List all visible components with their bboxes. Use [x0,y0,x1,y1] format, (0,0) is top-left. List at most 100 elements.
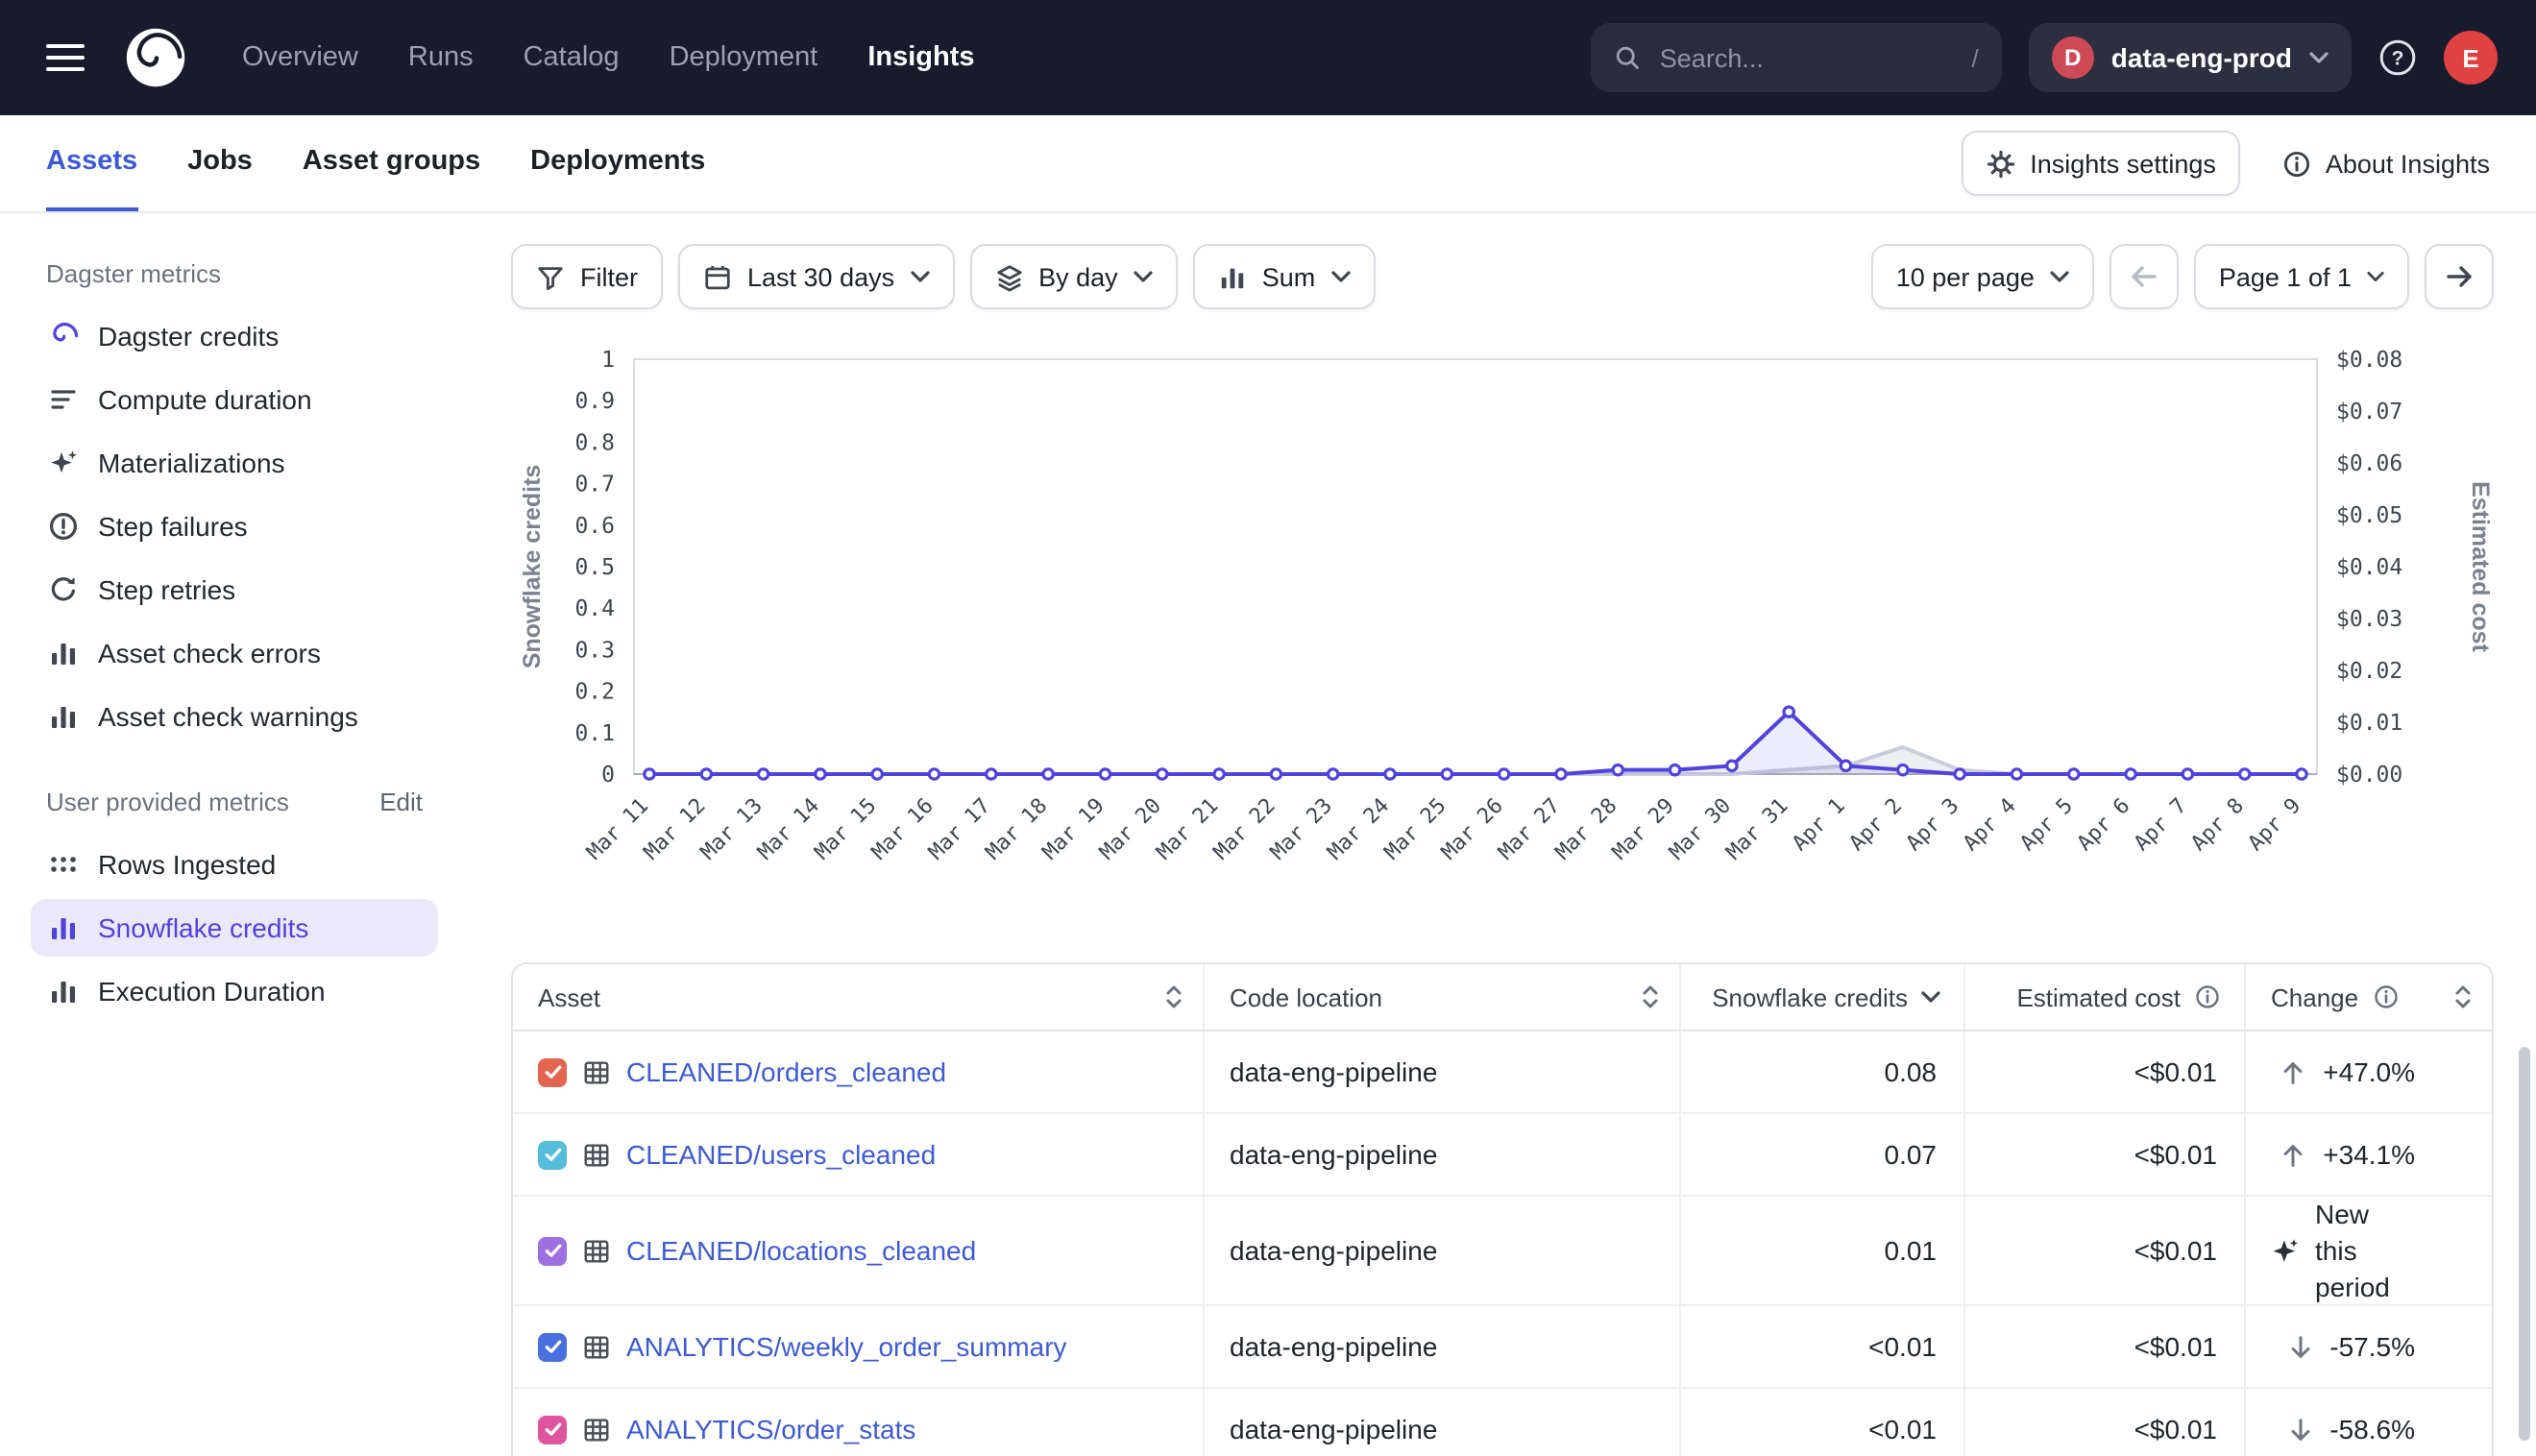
svg-text:?: ? [2392,48,2404,70]
sidebar-item-asset-check-errors[interactable]: Asset check errors [31,624,438,682]
code-location-value: data-eng-pipeline [1230,1331,1437,1362]
filter-button[interactable]: Filter [511,244,663,309]
svg-text:$0.07: $0.07 [2336,400,2402,425]
change-value: +34.1% [2323,1139,2415,1170]
row-checkbox[interactable] [538,1057,567,1086]
nav-insights[interactable]: Insights [867,42,974,73]
sidebar-item-label: Execution Duration [98,976,326,1007]
row-checkbox[interactable] [538,1237,567,1266]
scrollbar[interactable] [2519,1047,2530,1441]
svg-text:Mar 29: Mar 29 [1608,794,1679,865]
chevron-down-icon [2050,271,2069,282]
sidebar-item-compute-duration[interactable]: Compute duration [31,371,438,428]
change-cell: +34.1% [2246,1114,2492,1195]
asset-cell: CLEANED/locations_cleaned [513,1197,1205,1305]
about-insights-link[interactable]: About Insights [2283,149,2490,178]
cost-cell: <$0.01 [1965,1306,2246,1387]
svg-text:0.1: 0.1 [574,721,615,746]
content-area: Dagster metrics Dagster credits Compute … [0,213,2536,1456]
svg-text:0: 0 [601,763,615,788]
cost-value: <$0.01 [2134,1056,2217,1087]
change-cell: New this period [2246,1197,2492,1305]
tab-asset-groups[interactable]: Asset groups [303,115,480,211]
info-circle-icon [2194,983,2221,1010]
asset-link[interactable]: CLEANED/locations_cleaned [626,1236,976,1267]
sidebar-item-materializations[interactable]: Materializations [31,434,438,492]
filter-label: Filter [580,262,638,291]
table-grid-icon [582,1237,611,1266]
dagster-logo-icon [123,25,188,90]
granularity-label: By day [1038,262,1118,291]
granularity-dropdown[interactable]: By day [969,244,1178,309]
bar-chart-icon [46,912,79,943]
asset-link[interactable]: ANALYTICS/weekly_order_summary [626,1331,1067,1362]
svg-text:Mar 14: Mar 14 [753,794,824,865]
search-input[interactable] [1656,41,1894,74]
svg-text:Mar 22: Mar 22 [1209,794,1280,865]
tab-assets[interactable]: Assets [46,115,137,211]
sidebar-item-step-retries[interactable]: Step retries [31,561,438,619]
sidebar-item-dagster-credits[interactable]: Dagster credits [31,307,438,365]
sidebar-item-label: Materializations [98,448,285,478]
svg-text:0.8: 0.8 [574,430,615,455]
change-cell: +47.0% [2246,1031,2492,1112]
sidebar-item-label: Step retries [98,574,235,605]
code-location-cell: data-eng-pipeline [1205,1031,1681,1112]
table-row: CLEANED/users_cleaned data-eng-pipeline … [513,1114,2492,1197]
chevron-down-icon [1330,271,1350,282]
svg-text:$0.08: $0.08 [2336,348,2402,373]
nav-catalog[interactable]: Catalog [524,42,620,73]
insights-settings-button[interactable]: Insights settings [1961,131,2241,196]
next-page-button[interactable] [2425,244,2494,309]
user-avatar[interactable]: E [2444,31,2498,85]
sidebar-item-execution-duration[interactable]: Execution Duration [31,962,438,1020]
svg-text:Apr 5: Apr 5 [2015,794,2078,857]
nav-runs[interactable]: Runs [408,42,474,73]
search-icon [1614,44,1641,71]
chevron-down-icon [2309,52,2329,63]
column-header-snowflake-credits[interactable]: Snowflake credits [1681,964,1965,1030]
column-header-code-location[interactable]: Code location [1205,964,1681,1030]
row-checkbox[interactable] [538,1415,567,1444]
per-page-dropdown[interactable]: 10 per page [1871,244,2094,309]
svg-text:Mar 15: Mar 15 [811,794,882,865]
dots-icon [46,849,79,880]
insights-tab-bar: Assets Jobs Asset groups Deployments Ins… [0,115,2536,213]
sort-icon [2453,983,2473,1010]
nav-right: / D data-eng-prod ? E [1591,23,2498,92]
svg-text:Mar 19: Mar 19 [1038,794,1110,865]
menu-button[interactable] [38,35,92,81]
row-checkbox[interactable] [538,1140,567,1169]
column-header-estimated-cost[interactable]: Estimated cost [1965,964,2246,1030]
nav-deployment[interactable]: Deployment [670,42,818,73]
svg-text:$0.00: $0.00 [2336,763,2402,788]
change-value: -57.5% [2329,1331,2415,1362]
tab-jobs[interactable]: Jobs [187,115,253,211]
column-header-change[interactable]: Change [2246,964,2492,1030]
deployment-switcher[interactable]: D data-eng-prod [2029,23,2352,92]
date-range-dropdown[interactable]: Last 30 days [678,244,954,309]
nav-overview[interactable]: Overview [242,42,358,73]
edit-user-metrics-link[interactable]: Edit [379,788,423,816]
asset-link[interactable]: CLEANED/users_cleaned [626,1139,936,1170]
asset-link[interactable]: ANALYTICS/order_stats [626,1414,915,1444]
sidebar-item-snowflake-credits[interactable]: Snowflake credits [31,899,438,957]
row-checkbox[interactable] [538,1332,567,1361]
credits-value: <0.01 [1868,1414,1937,1444]
prev-page-button[interactable] [2109,244,2179,309]
sidebar-item-rows-ingested[interactable]: Rows Ingested [31,836,438,893]
tabbar-right: Insights settings About Insights [1961,115,2490,211]
svg-text:Apr 2: Apr 2 [1845,794,1908,857]
page-indicator-dropdown[interactable]: Page 1 of 1 [2194,244,2409,309]
tab-deployments[interactable]: Deployments [530,115,705,211]
sidebar-item-asset-check-warnings[interactable]: Asset check warnings [31,688,438,745]
table-grid-icon [582,1332,611,1361]
user-metrics-section: User provided metrics Edit [46,788,423,816]
asset-link[interactable]: CLEANED/orders_cleaned [626,1056,946,1087]
help-button[interactable]: ? [2378,38,2417,77]
column-header-asset[interactable]: Asset [513,964,1205,1030]
sidebar-item-step-failures[interactable]: Step failures [31,497,438,555]
aggregation-dropdown[interactable]: Sum [1193,244,1376,309]
svg-text:$0.05: $0.05 [2336,503,2402,528]
code-location-value: data-eng-pipeline [1230,1139,1437,1170]
